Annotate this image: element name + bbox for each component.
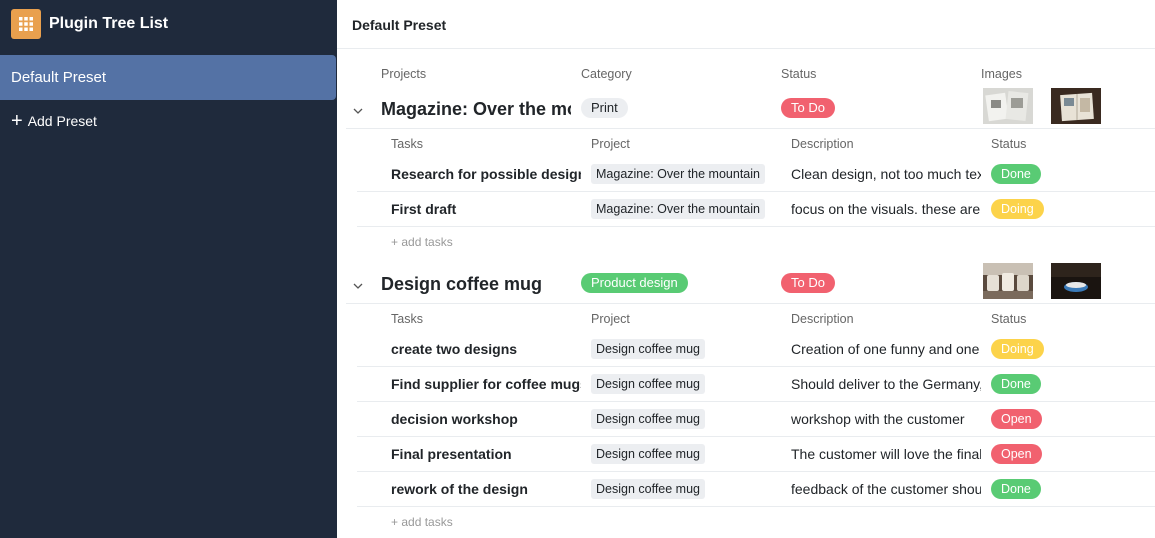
column-header-project: Project [591,137,630,151]
status-badge[interactable]: Open [991,444,1042,464]
status-badge[interactable]: Open [991,409,1042,429]
plus-icon: + [11,110,23,132]
task-name[interactable]: Research for possible designs [391,166,581,182]
project-name[interactable]: Magazine: Over the mountain [381,99,571,120]
column-header-tasks: Tasks [391,137,423,151]
task-description: The customer will love the final [791,446,981,462]
task-name[interactable]: rework of the design [391,481,581,497]
table-row[interactable]: First draft Magazine: Over the mountain … [357,192,1155,227]
task-description: Creation of one funny and one [791,341,980,357]
column-header-projects: Projects [381,67,427,81]
project-image-thumbnail[interactable] [1051,88,1101,124]
column-header-status: Status [991,137,1027,151]
column-header-category: Category [581,67,632,81]
status-badge[interactable]: To Do [781,98,835,118]
task-project-link[interactable]: Design coffee mug [591,409,705,429]
task-name[interactable]: Find supplier for coffee mugs [391,376,581,392]
status-badge[interactable]: To Do [781,273,835,293]
status-badge[interactable]: Done [991,374,1041,394]
main-content: Default Preset Projects Category Status … [337,0,1155,538]
project-row[interactable]: Magazine: Over the mountain Print To Do [346,88,1155,129]
category-badge: Print [581,98,628,118]
task-description: focus on the visuals. these are [791,201,981,217]
project-image-thumbnail[interactable] [983,263,1033,299]
table-row[interactable]: Research for possible designs Magazine: … [357,157,1155,192]
task-description: Should deliver to the Germany, [791,376,981,392]
task-project-link[interactable]: Magazine: Over the mountain [591,164,765,184]
table-row[interactable]: Find supplier for coffee mugs Design cof… [357,367,1155,402]
project-image-thumbnail[interactable] [1051,263,1101,299]
task-name[interactable]: create two designs [391,341,581,357]
task-project-link[interactable]: Magazine: Over the mountain [591,199,765,219]
column-header-description: Description [791,312,854,326]
task-project-link[interactable]: Design coffee mug [591,444,705,464]
sidebar-item-label: Default Preset [11,69,107,86]
column-header-project: Project [591,312,630,326]
task-description: workshop with the customer [791,411,965,427]
grid-icon [11,9,41,39]
column-header-tasks: Tasks [391,312,423,326]
add-preset-button[interactable]: + Add Preset [11,111,97,131]
column-header-status: Status [991,312,1027,326]
task-project-link[interactable]: Design coffee mug [591,479,705,499]
app-header: Plugin Tree List [11,9,168,39]
task-name[interactable]: decision workshop [391,411,581,427]
status-badge[interactable]: Done [991,164,1041,184]
task-name[interactable]: First draft [391,201,581,217]
project-image-thumbnail[interactable] [983,88,1033,124]
category-badge: Product design [581,273,688,293]
table-row[interactable]: decision workshop Design coffee mug work… [357,402,1155,437]
add-tasks-button[interactable]: + add tasks [391,235,453,249]
table-row[interactable]: Final presentation Design coffee mug The… [357,437,1155,472]
table-row[interactable]: rework of the design Design coffee mug f… [357,472,1155,507]
page-title: Default Preset [352,17,447,33]
task-description: feedback of the customer should [791,481,981,497]
column-header-description: Description [791,137,854,151]
project-name[interactable]: Design coffee mug [381,274,571,295]
table-row[interactable]: create two designs Design coffee mug Cre… [357,332,1155,367]
project-row[interactable]: Design coffee mug Product design To Do [346,263,1155,304]
sidebar: Plugin Tree List Default Preset + Add Pr… [0,0,337,538]
status-badge[interactable]: Doing [991,339,1044,359]
status-badge[interactable]: Done [991,479,1041,499]
add-tasks-button[interactable]: + add tasks [391,515,453,529]
status-badge[interactable]: Doing [991,199,1044,219]
task-description: Clean design, not too much text [791,166,981,182]
task-project-link[interactable]: Design coffee mug [591,374,705,394]
column-header-images: Images [981,67,1022,81]
column-header-status: Status [781,67,817,81]
task-name[interactable]: Final presentation [391,446,581,462]
sidebar-item-default-preset[interactable]: Default Preset [0,55,336,100]
chevron-down-icon[interactable] [353,281,363,291]
app-title: Plugin Tree List [49,15,169,32]
task-project-link[interactable]: Design coffee mug [591,339,705,359]
add-preset-label: Add Preset [27,113,97,129]
chevron-down-icon[interactable] [353,106,363,116]
main-header: Default Preset [337,0,1155,49]
